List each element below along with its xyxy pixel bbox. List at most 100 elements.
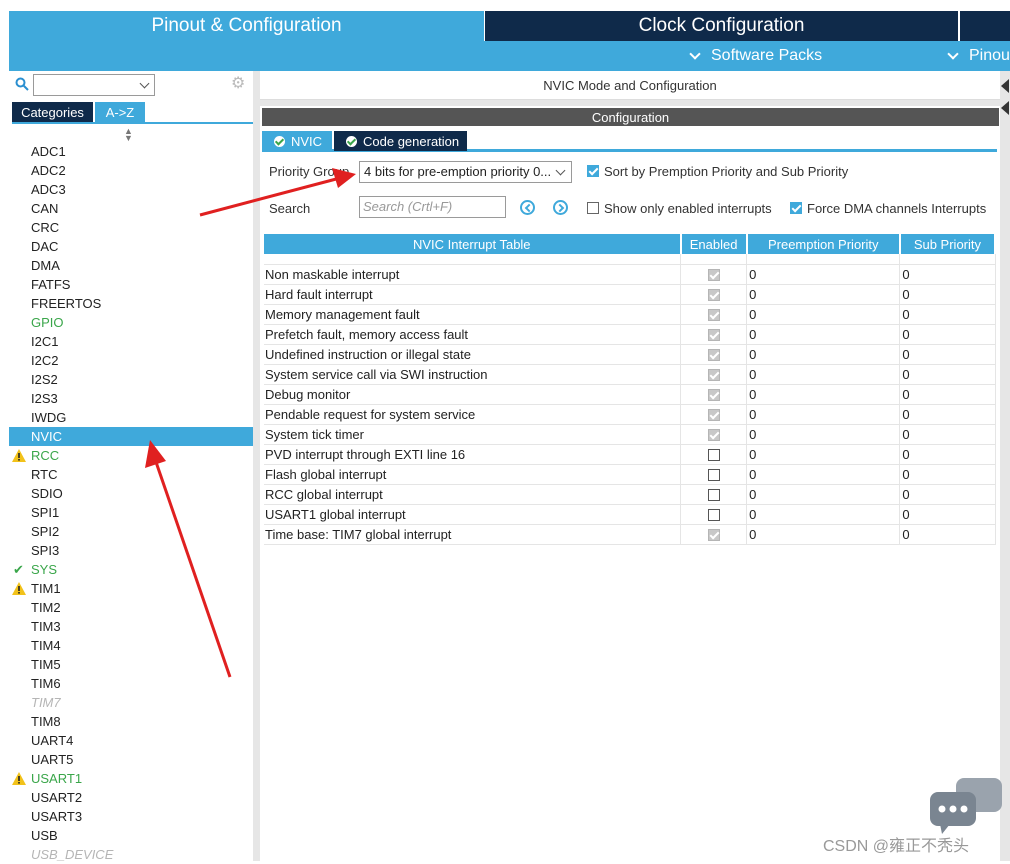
enabled-checkbox[interactable]	[707, 469, 720, 482]
list-item-tim1[interactable]: TIM1	[9, 579, 253, 598]
list-item-rcc[interactable]: RCC	[9, 446, 253, 465]
table-row[interactable]: Debug monitor 0 0	[264, 384, 996, 405]
header-enabled[interactable]: Enabled	[680, 234, 748, 254]
enabled-checkbox[interactable]	[707, 449, 720, 462]
table-row[interactable]: Pendable request for system service 0 0	[264, 404, 996, 425]
table-row[interactable]: Non maskable interrupt 0 0	[264, 264, 996, 285]
list-item-usb[interactable]: USB	[9, 826, 253, 845]
enabled-checkbox[interactable]	[707, 389, 720, 402]
search-combo[interactable]	[33, 74, 155, 96]
list-item-tim7[interactable]: TIM7	[9, 693, 253, 712]
preemption-priority[interactable]: 0	[746, 324, 901, 345]
table-row[interactable]: PVD interrupt through EXTI line 16 0 0	[264, 444, 996, 465]
preemption-priority[interactable]: 0	[746, 484, 901, 505]
list-item-spi3[interactable]: SPI3	[9, 541, 253, 560]
preemption-priority[interactable]: 0	[746, 444, 901, 465]
list-item-crc[interactable]: CRC	[9, 218, 253, 237]
preemption-priority[interactable]: 0	[746, 364, 901, 385]
tab-nvic[interactable]: NVIC	[262, 131, 332, 151]
list-item-usart1[interactable]: USART1	[9, 769, 253, 788]
enabled-checkbox[interactable]	[707, 289, 720, 302]
enabled-cell[interactable]	[680, 504, 748, 525]
search-next-icon[interactable]	[553, 200, 568, 215]
list-item-usb-device[interactable]: USB_DEVICE	[9, 845, 253, 864]
sub-priority[interactable]: 0	[899, 464, 996, 485]
enabled-checkbox[interactable]	[707, 309, 720, 322]
table-row[interactable]: Undefined instruction or illegal state 0 0	[264, 344, 996, 365]
table-row[interactable]: System tick timer 0 0	[264, 424, 996, 445]
enabled-checkbox[interactable]	[707, 489, 720, 502]
list-item-tim2[interactable]: TIM2	[9, 598, 253, 617]
preemption-priority[interactable]: 0	[746, 384, 901, 405]
list-item-gpio[interactable]: GPIO	[9, 313, 253, 332]
panel-splitter[interactable]	[253, 71, 260, 861]
list-item-sdio[interactable]: SDIO	[9, 484, 253, 503]
chat-icon[interactable]	[930, 778, 1002, 834]
list-item-dac[interactable]: DAC	[9, 237, 253, 256]
list-item-nvic[interactable]: NVIC	[9, 427, 253, 446]
sub-priority[interactable]: 0	[899, 384, 996, 405]
list-item-fatfs[interactable]: FATFS	[9, 275, 253, 294]
enabled-cell[interactable]	[680, 444, 748, 465]
enabled-cell[interactable]	[680, 264, 748, 285]
list-item-can[interactable]: CAN	[9, 199, 253, 218]
table-row[interactable]: Flash global interrupt 0 0	[264, 464, 996, 485]
table-row[interactable]: Prefetch fault, memory access fault 0 0	[264, 324, 996, 345]
search-icon[interactable]	[15, 77, 29, 91]
enabled-checkbox[interactable]	[707, 369, 720, 382]
preemption-priority[interactable]: 0	[746, 504, 901, 525]
enabled-cell[interactable]	[680, 464, 748, 485]
sort-checkbox[interactable]	[587, 165, 599, 177]
sub-priority[interactable]: 0	[899, 484, 996, 505]
list-item-spi2[interactable]: SPI2	[9, 522, 253, 541]
sub-priority[interactable]: 0	[899, 324, 996, 345]
preemption-priority[interactable]: 0	[746, 344, 901, 365]
list-item-dma[interactable]: DMA	[9, 256, 253, 275]
list-item-adc3[interactable]: ADC3	[9, 180, 253, 199]
preemption-priority[interactable]: 0	[746, 264, 901, 285]
table-row[interactable]: RCC global interrupt 0 0	[264, 484, 996, 505]
priority-group-select[interactable]: 4 bits for pre-emption priority 0...	[359, 161, 572, 183]
list-item-tim5[interactable]: TIM5	[9, 655, 253, 674]
sub-priority[interactable]: 0	[899, 524, 996, 545]
enabled-checkbox[interactable]	[707, 529, 720, 542]
header-interrupt[interactable]: NVIC Interrupt Table	[264, 234, 682, 254]
tab-overflow[interactable]	[960, 11, 1010, 41]
table-row[interactable]: System service call via SWI instruction 0…	[264, 364, 996, 385]
header-sub-priority[interactable]: Sub Priority	[899, 234, 997, 254]
preemption-priority[interactable]: 0	[746, 404, 901, 425]
list-item-iwdg[interactable]: IWDG	[9, 408, 253, 427]
table-row[interactable]: Hard fault interrupt 0 0	[264, 284, 996, 305]
sort-icon[interactable]: ▲ ▼	[124, 127, 133, 143]
enabled-checkbox[interactable]	[707, 329, 720, 342]
list-item-i2c2[interactable]: I2C2	[9, 351, 253, 370]
list-item-sys[interactable]: ✔ SYS	[9, 560, 253, 579]
preemption-priority[interactable]: 0	[746, 464, 901, 485]
table-row[interactable]: Memory management fault 0 0	[264, 304, 996, 325]
tab-code-generation[interactable]: Code generation	[334, 131, 467, 151]
enabled-cell[interactable]	[680, 324, 748, 345]
list-item-tim8[interactable]: TIM8	[9, 712, 253, 731]
sub-priority[interactable]: 0	[899, 424, 996, 445]
sub-priority[interactable]: 0	[899, 504, 996, 525]
list-item-uart5[interactable]: UART5	[9, 750, 253, 769]
enabled-cell[interactable]	[680, 404, 748, 425]
sub-priority[interactable]: 0	[899, 304, 996, 325]
enabled-checkbox[interactable]	[707, 429, 720, 442]
sub-priority[interactable]: 0	[899, 284, 996, 305]
enabled-cell[interactable]	[680, 424, 748, 445]
show-enabled-checkbox[interactable]	[587, 202, 599, 214]
sub-priority[interactable]: 0	[899, 264, 996, 285]
list-item-usart3[interactable]: USART3	[9, 807, 253, 826]
gear-icon[interactable]: ⚙	[231, 76, 247, 92]
list-item-tim4[interactable]: TIM4	[9, 636, 253, 655]
list-item-uart4[interactable]: UART4	[9, 731, 253, 750]
tab-pinout-configuration[interactable]: Pinout & Configuration	[9, 11, 484, 41]
enabled-cell[interactable]	[680, 484, 748, 505]
enabled-cell[interactable]	[680, 344, 748, 365]
table-row[interactable]: USART1 global interrupt 0 0	[264, 504, 996, 525]
software-packs-menu[interactable]: Software Packs	[689, 47, 822, 65]
force-dma-checkbox[interactable]	[790, 202, 802, 214]
enabled-checkbox[interactable]	[707, 509, 720, 522]
enabled-checkbox[interactable]	[707, 269, 720, 282]
